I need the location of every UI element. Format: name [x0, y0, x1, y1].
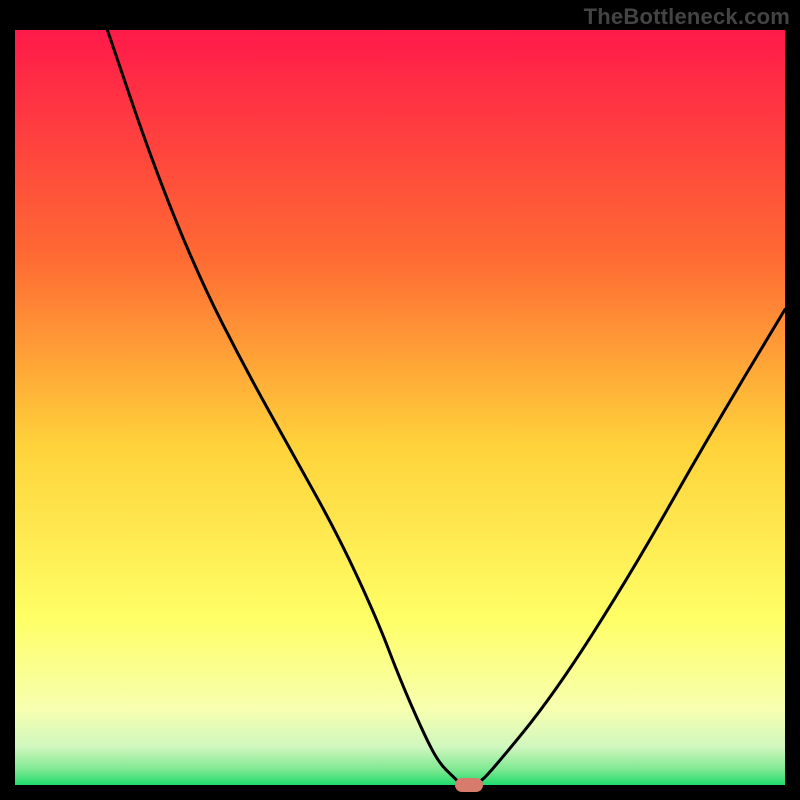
watermark-text: TheBottleneck.com [584, 4, 790, 30]
bottleneck-plot [15, 30, 785, 785]
gradient-background [15, 30, 785, 785]
bottleneck-marker [455, 778, 483, 792]
plot-area [15, 30, 785, 785]
chart-frame: TheBottleneck.com [0, 0, 800, 800]
